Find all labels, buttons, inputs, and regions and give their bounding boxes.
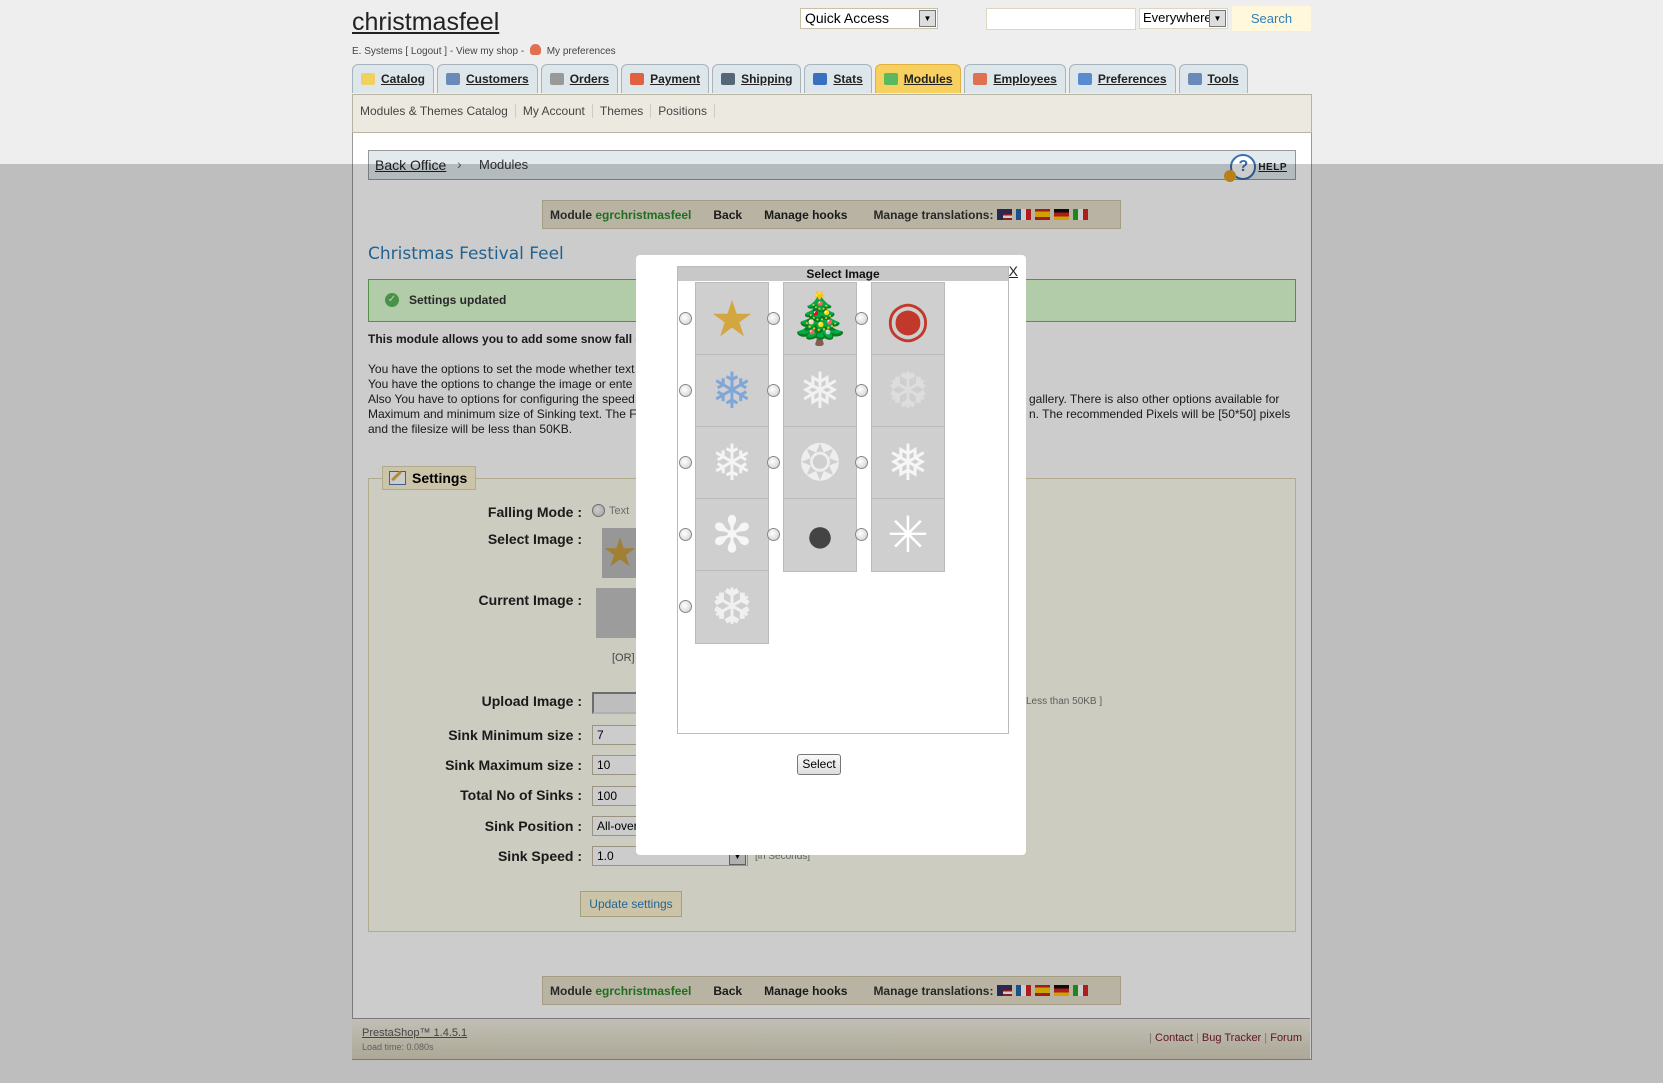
wrench-icon xyxy=(1187,73,1202,85)
snowflake-white-icon: ❄ xyxy=(711,435,753,491)
tab-label: Shipping xyxy=(741,72,793,86)
image-option-snowflake-white[interactable]: ❄ xyxy=(695,426,769,500)
image-option-snowflake-fuzzy[interactable]: ❅ xyxy=(783,354,857,428)
user-line: E. Systems [ Logout ] - View my shop - M… xyxy=(352,44,616,57)
user-name: E. Systems xyxy=(352,46,403,57)
sub-navigation: Modules & Themes Catalog My Account Them… xyxy=(352,94,1312,133)
snowflake-outline-icon: ❆ xyxy=(711,579,753,635)
tab-label: Employees xyxy=(993,72,1057,86)
star-icon: ★ xyxy=(709,291,755,347)
truck-icon xyxy=(721,73,736,85)
payment-icon xyxy=(630,73,645,85)
snowflake-star-icon: ✻ xyxy=(711,507,753,563)
puzzle-icon xyxy=(883,73,898,85)
search-scope-value: Everywhere xyxy=(1143,10,1212,25)
subnav-positions[interactable]: Positions xyxy=(658,104,715,118)
select-image-modal: X Select Image ★ 🎄 ◉ ❄ ❅ ❆ ❄ ❂ ❅ ✻ ● ✳ ❆ Select xyxy=(636,255,1026,855)
search-input[interactable] xyxy=(986,8,1136,30)
chevron-down-icon: ▼ xyxy=(919,10,936,27)
view-shop-link[interactable]: View my shop xyxy=(456,46,518,57)
gallery-title: Select Image xyxy=(678,267,1008,281)
modal-close-button[interactable]: X xyxy=(1009,263,1018,279)
image-option-snowflake-faint[interactable]: ❆ xyxy=(871,354,945,428)
chevron-down-icon: ▼ xyxy=(1209,10,1226,27)
tab-label: Modules xyxy=(903,72,953,86)
snow-globe-icon: ◉ xyxy=(886,291,930,347)
tab-preferences[interactable]: Preferences xyxy=(1068,64,1176,93)
snowflake-fuzzy-icon: ❅ xyxy=(799,363,841,419)
image-option-star[interactable]: ★ xyxy=(695,282,769,356)
tab-label: Preferences xyxy=(1097,72,1167,86)
select-image-button[interactable]: Select xyxy=(797,754,841,775)
image-option-christmas-tree[interactable]: 🎄 xyxy=(783,282,857,356)
image-radio[interactable] xyxy=(855,528,868,541)
search-scope-select[interactable]: Everywhere ▼ xyxy=(1139,8,1228,29)
image-option-snow-globe[interactable]: ◉ xyxy=(871,282,945,356)
folder-icon xyxy=(361,73,375,85)
subnav-themes[interactable]: Themes xyxy=(600,104,652,118)
quick-access-select[interactable]: Quick Access ▼ xyxy=(800,8,938,29)
employee-icon xyxy=(973,73,988,85)
tab-tools[interactable]: Tools xyxy=(1178,64,1248,93)
tab-modules[interactable]: Modules xyxy=(874,64,962,93)
image-option-snowflake-outline[interactable]: ❆ xyxy=(695,570,769,644)
logout-link[interactable]: Logout xyxy=(411,46,442,57)
christmas-tree-icon: 🎄 xyxy=(788,290,852,347)
snowflake-branch-icon: ❅ xyxy=(887,435,929,491)
tab-label: Customers xyxy=(466,72,529,86)
tab-label: Catalog xyxy=(381,72,426,86)
preferences-icon xyxy=(1077,73,1092,85)
image-radio[interactable] xyxy=(679,384,692,397)
image-option-snowflake-hex[interactable]: ❂ xyxy=(783,426,857,500)
snowflake-hex-icon: ❂ xyxy=(799,435,841,491)
preferences-user-icon xyxy=(529,44,541,55)
image-radio[interactable] xyxy=(767,312,780,325)
chart-icon xyxy=(813,73,828,85)
subnav-my-account[interactable]: My Account xyxy=(523,104,593,118)
image-gallery: Select Image ★ 🎄 ◉ ❄ ❅ ❆ ❄ ❂ ❅ ✻ ● ✳ ❆ xyxy=(677,266,1009,734)
cart-icon xyxy=(549,73,564,85)
image-radio[interactable] xyxy=(855,312,868,325)
my-preferences-link[interactable]: My preferences xyxy=(547,46,616,57)
tab-orders[interactable]: Orders xyxy=(540,64,619,93)
customer-icon xyxy=(446,73,461,85)
tab-stats[interactable]: Stats xyxy=(804,64,872,93)
image-option-snowball-dotted[interactable]: ● xyxy=(783,498,857,572)
shop-title-link[interactable]: christmasfeel xyxy=(352,8,499,37)
tab-shipping[interactable]: Shipping xyxy=(712,64,802,93)
image-option-snowflake-blue[interactable]: ❄ xyxy=(695,354,769,428)
image-radio[interactable] xyxy=(679,456,692,469)
subnav-modules-themes-catalog[interactable]: Modules & Themes Catalog xyxy=(360,104,516,118)
quick-access-value: Quick Access xyxy=(805,10,890,26)
main-tabs: Catalog Customers Orders Payment Shipping Sta… xyxy=(352,64,1248,94)
asterisk-flake-icon: ✳ xyxy=(887,507,929,563)
tab-label: Orders xyxy=(569,72,610,86)
tab-employees[interactable]: Employees xyxy=(964,64,1066,93)
image-radio[interactable] xyxy=(679,528,692,541)
tab-payment[interactable]: Payment xyxy=(621,64,710,93)
image-radio[interactable] xyxy=(767,528,780,541)
image-radio[interactable] xyxy=(855,456,868,469)
search-button[interactable]: Search xyxy=(1232,6,1311,31)
image-radio[interactable] xyxy=(679,312,692,325)
snowflake-blue-icon: ❄ xyxy=(711,363,753,419)
snowball-dotted-icon: ● xyxy=(804,507,836,563)
tab-customers[interactable]: Customers xyxy=(437,64,538,93)
tab-label: Payment xyxy=(650,72,701,86)
image-radio[interactable] xyxy=(855,384,868,397)
image-option-asterisk-flake[interactable]: ✳ xyxy=(871,498,945,572)
snowflake-faint-icon: ❆ xyxy=(887,363,929,419)
image-radio[interactable] xyxy=(767,456,780,469)
image-option-snowflake-star[interactable]: ✻ xyxy=(695,498,769,572)
image-option-snowflake-branch[interactable]: ❅ xyxy=(871,426,945,500)
image-radio[interactable] xyxy=(767,384,780,397)
image-radio[interactable] xyxy=(679,600,692,613)
tab-label: Tools xyxy=(1207,72,1239,86)
tab-label: Stats xyxy=(833,72,863,86)
tab-catalog[interactable]: Catalog xyxy=(352,64,435,93)
